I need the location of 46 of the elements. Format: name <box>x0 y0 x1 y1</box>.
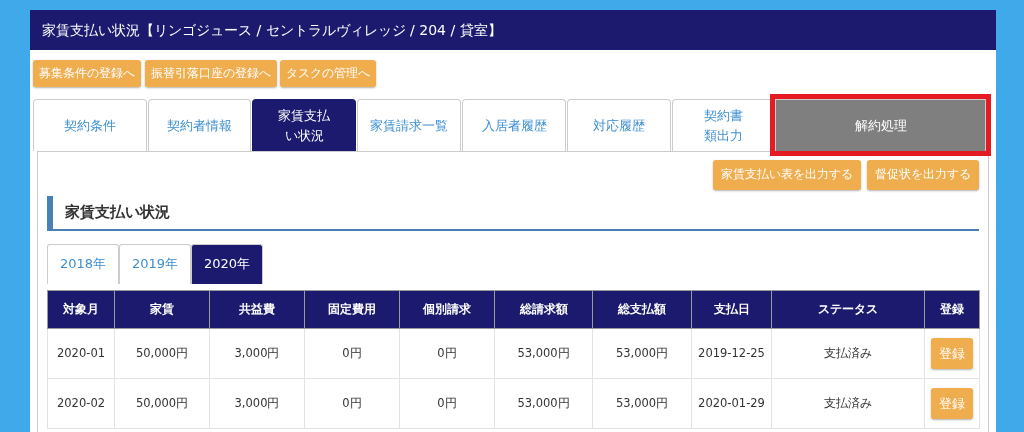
table-cell: 50,000円 <box>114 328 210 379</box>
column-header: 家賃 <box>114 290 210 329</box>
nav-button[interactable]: タスクの管理へ <box>279 60 376 88</box>
column-header: 総請求額 <box>494 290 593 329</box>
nav-button[interactable]: 募集条件の登録へ <box>33 60 142 88</box>
register-button[interactable]: 登録 <box>931 337 973 370</box>
tab[interactable]: 家賃支払い状況 <box>252 99 357 152</box>
column-header: 個別請求 <box>399 290 495 329</box>
export-button[interactable]: 督促状を出力する <box>867 160 979 190</box>
table-cell: 50,000円 <box>114 378 210 429</box>
column-header: 対象月 <box>47 290 115 329</box>
year-tab[interactable]: 2020年 <box>191 243 263 284</box>
table-cell: 0円 <box>399 328 495 379</box>
export-button[interactable]: 家賃支払い表を出力する <box>712 160 861 190</box>
column-header: 共益費 <box>209 290 305 329</box>
table-cell: 3,000円 <box>209 328 305 379</box>
section-title: 家賃支払い状況 <box>47 196 979 231</box>
table-cell: 53,000円 <box>592 328 692 379</box>
column-header: 支払日 <box>691 290 772 329</box>
table-cell: 2019-12-25 <box>691 328 772 379</box>
tab[interactable]: 契約者情報 <box>148 99 252 152</box>
tab[interactable]: 入居者履歴 <box>462 99 567 152</box>
register-button[interactable]: 登録 <box>931 387 973 420</box>
table-cell: 3,000円 <box>209 378 305 429</box>
table-cell: 0円 <box>304 378 400 429</box>
table-cell: 53,000円 <box>494 328 593 379</box>
table-cell: 支払済み <box>771 378 925 429</box>
table-cell: 支払済み <box>771 328 925 379</box>
column-header: 固定費用 <box>304 290 400 329</box>
table-cell: 2020-01-29 <box>691 378 772 429</box>
year-tab[interactable]: 2019年 <box>119 243 191 284</box>
tab[interactable]: 家賃請求一覧 <box>357 99 462 152</box>
tab[interactable]: 契約条件 <box>33 99 148 152</box>
table-cell: 2020-02 <box>47 378 115 429</box>
table-cell: 0円 <box>304 328 400 379</box>
table-cell: 2020-01 <box>47 328 115 379</box>
table-cell: 0円 <box>399 378 495 429</box>
year-tab[interactable]: 2018年 <box>47 243 119 284</box>
window-title: 家賃支払い状況【リンゴジュース / セントラルヴィレッジ / 204 / 貸室】 <box>30 10 996 50</box>
column-header: 総支払額 <box>592 290 692 329</box>
nav-button[interactable]: 振替引落口座の登録へ <box>144 60 277 88</box>
table-cell: 53,000円 <box>494 378 593 429</box>
column-header: 登録 <box>924 290 980 329</box>
table-cell: 53,000円 <box>592 378 692 429</box>
column-header: ステータス <box>771 290 925 329</box>
tab[interactable]: 対応履歴 <box>567 99 672 152</box>
